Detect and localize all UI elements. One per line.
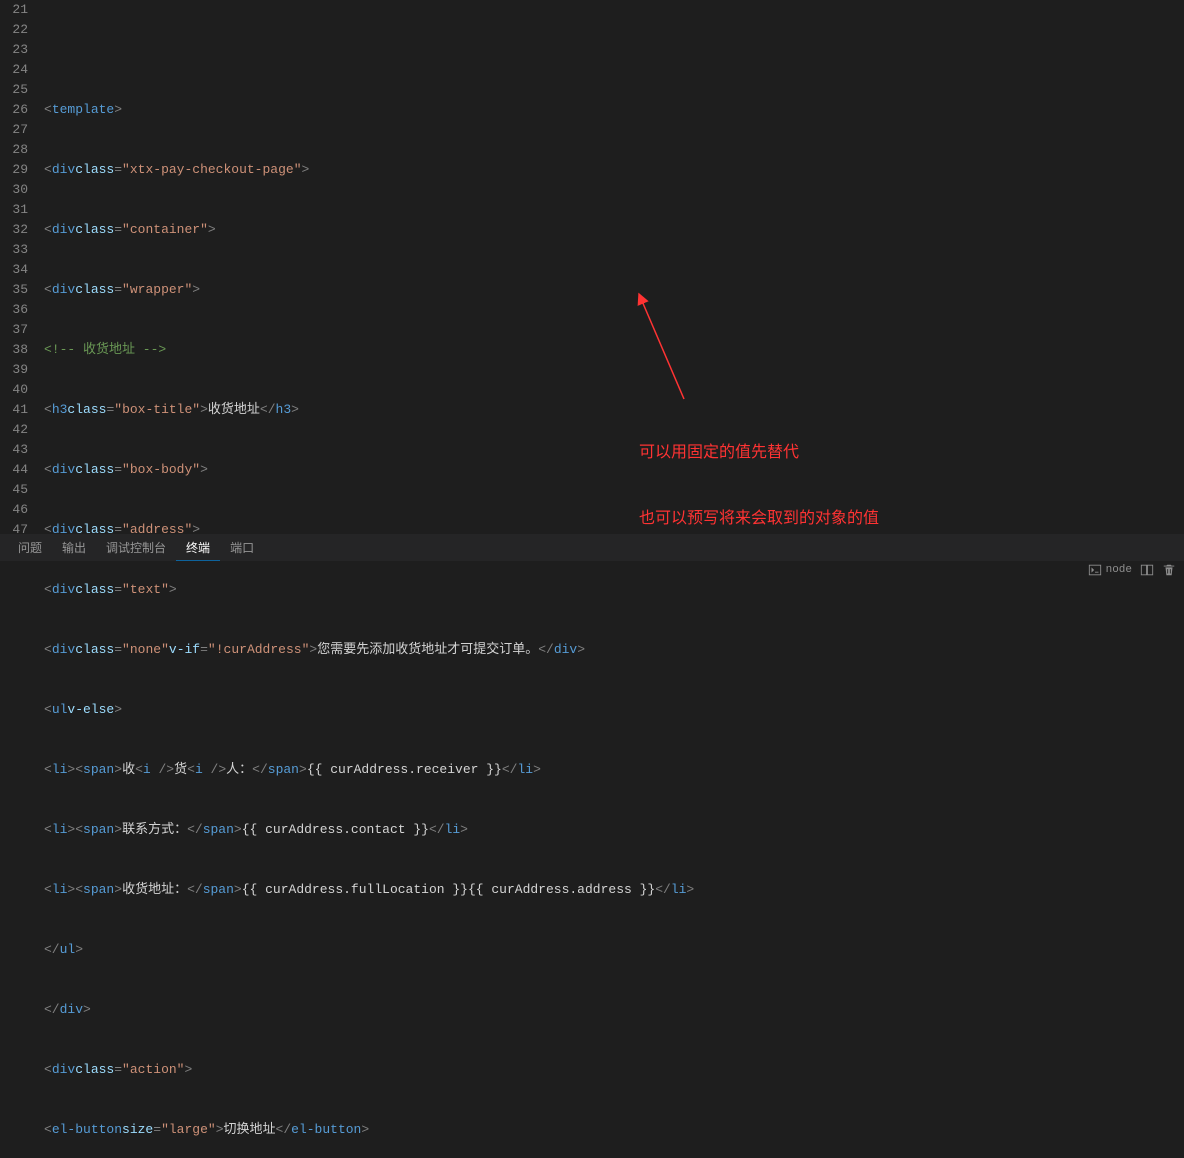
line-number: 26 bbox=[0, 100, 28, 120]
code-comment: <!-- 收货地址 --> bbox=[44, 340, 166, 360]
code-token: box-title bbox=[122, 402, 192, 417]
code-token: 收货地址 bbox=[208, 400, 260, 420]
line-number: 44 bbox=[0, 460, 28, 480]
code-token: 切换地址 bbox=[224, 1120, 276, 1140]
code-token: h3 bbox=[52, 400, 68, 420]
code-token: div bbox=[52, 460, 75, 480]
line-number: 42 bbox=[0, 420, 28, 440]
split-panel-icon[interactable] bbox=[1140, 563, 1154, 577]
code-token: wrapper bbox=[130, 282, 185, 297]
line-number: 34 bbox=[0, 260, 28, 280]
code-token: action bbox=[130, 1062, 177, 1077]
terminal-profile[interactable]: node bbox=[1088, 563, 1132, 577]
tab-debug[interactable]: 调试控制台 bbox=[96, 535, 176, 560]
code-token: text bbox=[130, 582, 161, 597]
code-token: 货 bbox=[174, 760, 187, 780]
code-token: 收货地址： bbox=[122, 880, 187, 900]
code-token: 人： bbox=[226, 760, 252, 780]
code-token: 联系方式： bbox=[122, 820, 187, 840]
code-token: {{ curAddress.fullLocation }} bbox=[242, 880, 468, 900]
code-token: {{ curAddress.contact }} bbox=[242, 820, 429, 840]
line-number: 29 bbox=[0, 160, 28, 180]
tab-output[interactable]: 输出 bbox=[52, 535, 96, 560]
code-token: template bbox=[52, 100, 114, 120]
line-number: 37 bbox=[0, 320, 28, 340]
line-number: 22 bbox=[0, 20, 28, 40]
code-editor[interactable]: <template> <div class="xtx-pay-checkout-… bbox=[44, 0, 1184, 545]
line-number: 32 bbox=[0, 220, 28, 240]
code-token: {{ curAddress.receiver }} bbox=[307, 760, 502, 780]
line-number: 30 bbox=[0, 180, 28, 200]
code-token: v-else bbox=[67, 700, 114, 720]
tab-terminal[interactable]: 终端 bbox=[176, 535, 220, 561]
line-number: 39 bbox=[0, 360, 28, 380]
code-token: 您需要先添加收货地址才可提交订单。 bbox=[317, 640, 538, 660]
code-token: div bbox=[60, 1000, 83, 1020]
code-token: div bbox=[52, 160, 75, 180]
terminal-toolbar: node bbox=[1088, 561, 1184, 579]
panel-tabs: 问题 输出 调试控制台 终端 端口 bbox=[0, 533, 1184, 561]
line-number: 35 bbox=[0, 280, 28, 300]
line-number: 46 bbox=[0, 500, 28, 520]
code-token: container bbox=[130, 222, 200, 237]
code-token: ul bbox=[60, 940, 76, 960]
line-numbers-gutter: 21 22 23 24 25 26 27 28 29 30 31 32 33 3… bbox=[0, 0, 44, 545]
code-token: div bbox=[52, 220, 75, 240]
code-token: div bbox=[52, 580, 75, 600]
code-token: none bbox=[130, 642, 161, 657]
line-number: 41 bbox=[0, 400, 28, 420]
code-token: large bbox=[169, 1122, 208, 1137]
code-token: ul bbox=[52, 700, 68, 720]
code-token: div bbox=[52, 280, 75, 300]
line-number: 28 bbox=[0, 140, 28, 160]
line-number: 27 bbox=[0, 120, 28, 140]
annotation-line: 也可以预写将来会取到的对象的值 bbox=[639, 508, 879, 530]
line-number: 31 bbox=[0, 200, 28, 220]
line-number: 38 bbox=[0, 340, 28, 360]
terminal-icon bbox=[1088, 563, 1102, 577]
trash-icon[interactable] bbox=[1162, 563, 1176, 577]
line-number: 36 bbox=[0, 300, 28, 320]
code-token: {{ curAddress.address }} bbox=[468, 880, 655, 900]
code-token: size bbox=[122, 1120, 153, 1140]
code-token: !curAddress bbox=[216, 642, 302, 657]
code-token: box-body bbox=[130, 462, 192, 477]
code-token: 收 bbox=[122, 760, 135, 780]
code-token: div bbox=[52, 1060, 75, 1080]
terminal-profile-label: node bbox=[1106, 564, 1132, 576]
tab-problems[interactable]: 问题 bbox=[8, 535, 52, 560]
code-token: el-button bbox=[52, 1120, 122, 1140]
line-number: 40 bbox=[0, 380, 28, 400]
line-number: 43 bbox=[0, 440, 28, 460]
line-number: 23 bbox=[0, 40, 28, 60]
code-token: v-if bbox=[169, 640, 200, 660]
code-token: div bbox=[52, 640, 75, 660]
line-number: 25 bbox=[0, 80, 28, 100]
code-token: xtx-pay-checkout-page bbox=[130, 162, 294, 177]
line-number: 45 bbox=[0, 480, 28, 500]
tab-ports[interactable]: 端口 bbox=[220, 535, 264, 560]
line-number: 33 bbox=[0, 240, 28, 260]
line-number: 24 bbox=[0, 60, 28, 80]
annotation-line: 可以用固定的值先替代 bbox=[639, 442, 879, 464]
line-number: 21 bbox=[0, 0, 28, 20]
